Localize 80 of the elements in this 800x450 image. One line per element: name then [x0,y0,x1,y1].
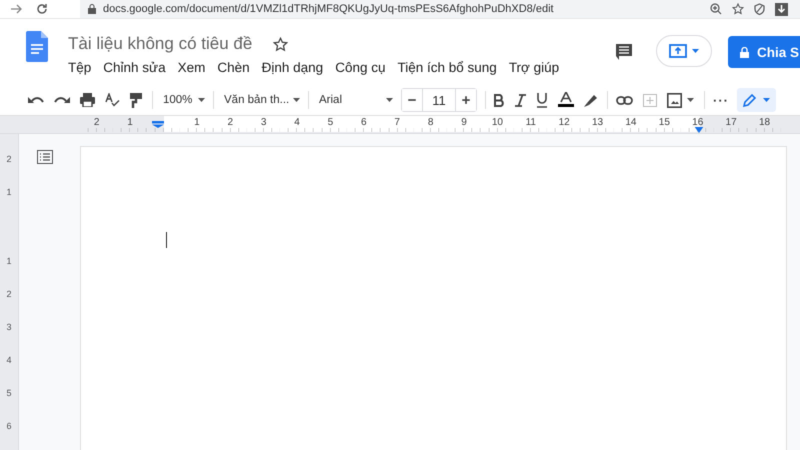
font-dropdown[interactable]: Arial [317,94,401,106]
url-text: docs.google.com/document/d/1VMZl1dTRhjMF8QKUgJyUq-tmsPEsS6AfghohPuDhXD8/edit [103,3,554,15]
lock-icon [88,4,96,14]
download-icon[interactable] [775,2,788,16]
ruler-number: 2 [6,154,12,166]
outline-icon[interactable] [36,150,52,164]
text-cursor [166,232,167,248]
menu-item[interactable]: Tiện ích bổ sung [398,60,497,75]
ruler-number: 6 [6,421,12,433]
shield-icon[interactable] [754,3,765,15]
ruler-number: 8 [428,116,434,128]
more-button[interactable]: ··· [713,92,729,108]
ruler-number: 14 [625,116,636,128]
caret-icon[interactable] [763,98,770,102]
ruler-number: 15 [658,116,670,128]
menu-item[interactable]: Định dạng [262,60,324,75]
present-button[interactable] [656,35,712,67]
menu-item[interactable]: Xem [178,60,206,75]
ruler-number: 9 [461,116,467,128]
print-icon[interactable] [80,93,95,107]
redo-icon[interactable] [54,95,70,105]
undo-icon[interactable] [28,95,44,105]
ruler-number: 11 [526,116,536,128]
underline-icon[interactable] [536,92,548,108]
lock-icon [740,46,749,58]
ruler-number: 13 [592,116,604,128]
ruler-number: 2 [227,116,234,128]
indent-marker-icon[interactable] [152,120,164,128]
address-bar[interactable]: docs.google.com/document/d/1VMZl1dTRhjMF8QKUgJyUq-tmsPEsS6AfghohPuDhXD8/edit [80,0,800,18]
menu-item[interactable]: Chỉnh sửa [103,60,166,75]
highlighter-icon[interactable] [584,94,597,106]
menu-item[interactable]: Tệp [68,60,92,75]
text-color-icon[interactable] [558,92,574,108]
editing-mode-button[interactable] [737,88,776,112]
star-icon[interactable] [273,36,288,52]
caret-icon [692,49,699,53]
image-icon[interactable] [667,92,682,108]
caret-icon[interactable] [198,98,205,102]
docs-logo-icon[interactable] [26,31,48,62]
ruler-number: 3 [260,116,266,128]
style-dropdown[interactable]: Văn bản th... [222,94,308,106]
ruler-number: 18 [758,116,770,128]
bold-icon[interactable] [494,94,505,106]
ruler-number: 2 [94,116,100,128]
ruler-number: 12 [558,116,570,128]
zoom-dropdown[interactable]: 100% [161,94,213,106]
menu-item[interactable]: Công cụ [335,60,386,75]
ruler-number: 5 [6,388,12,400]
italic-icon[interactable] [515,94,526,106]
document-title[interactable]: Tài liệu không có tiêu đề [68,34,252,54]
ruler-number: 1 [127,116,133,128]
ruler-number: 17 [726,116,737,128]
pencil-icon[interactable] [743,93,757,107]
ruler-number: 7 [394,116,400,128]
upload-icon [669,44,687,58]
star-icon[interactable] [732,3,744,15]
ruler-number: 4 [294,116,300,128]
ruler-number: 10 [492,116,503,128]
caret-icon[interactable] [687,98,694,102]
share-button[interactable]: Chia S [728,36,800,68]
caret-icon[interactable] [386,98,393,102]
paint-format-icon[interactable] [130,92,142,108]
forward-icon[interactable] [10,4,22,14]
caret-icon[interactable] [293,98,300,102]
menu-item[interactable]: Chèn [217,60,250,75]
ruler-number: 6 [361,116,367,128]
zoom-icon[interactable] [710,3,722,15]
link-icon[interactable] [616,96,633,104]
ruler-number: 4 [6,355,12,367]
ruler-number: 1 [6,187,12,199]
reload-icon[interactable] [36,3,48,15]
menu-item[interactable]: Trợ giúp [508,60,560,75]
ruler-number: 1 [194,116,200,128]
spellcheck-icon[interactable] [105,93,120,107]
comment-icon[interactable] [615,43,633,61]
ruler-number: 3 [6,322,12,334]
ruler-number: 16 [692,116,704,128]
ruler-number: 1 [6,256,12,268]
ruler-number: 5 [328,116,334,128]
ruler-number: 2 [6,289,12,301]
